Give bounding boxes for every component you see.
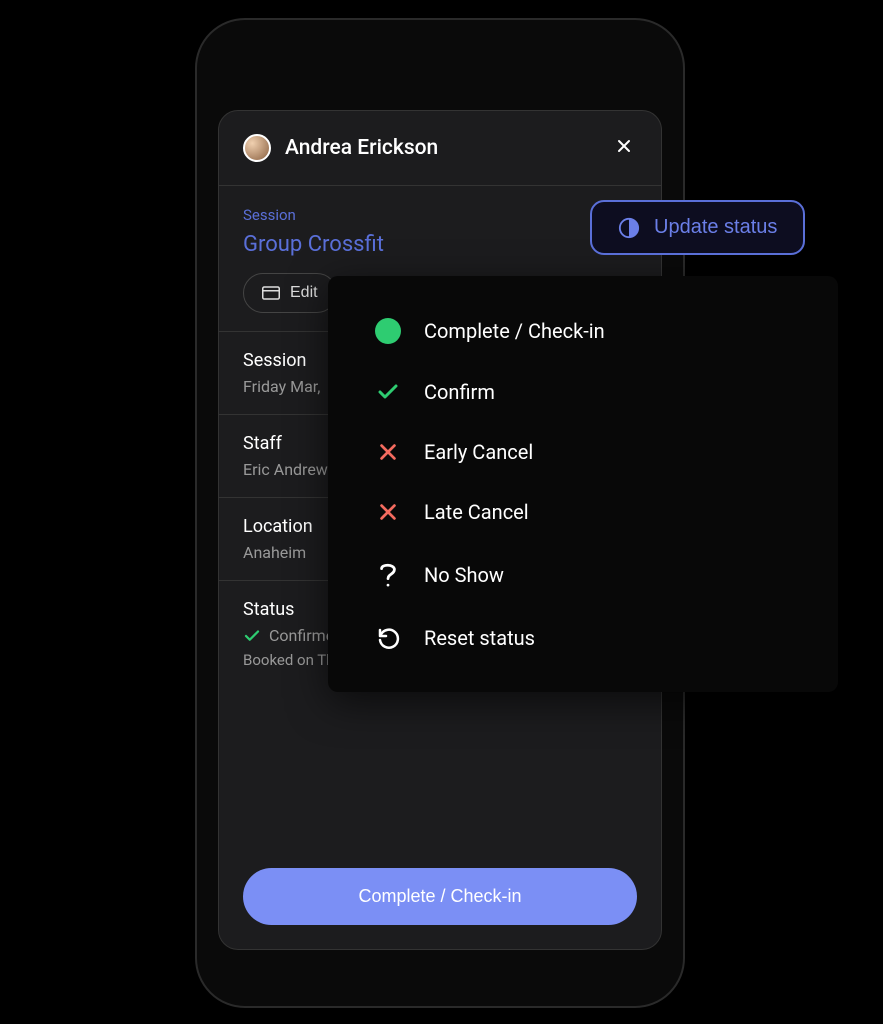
reset-icon <box>368 626 408 650</box>
close-button[interactable] <box>611 133 637 163</box>
x-icon <box>368 501 408 523</box>
user-name: Andrea Erickson <box>285 136 611 160</box>
session-label: Session <box>243 206 637 224</box>
status-option-reset[interactable]: Reset status <box>348 608 818 668</box>
status-option-late-cancel[interactable]: Late Cancel <box>348 482 818 542</box>
status-option-label: Confirm <box>424 380 495 404</box>
avatar[interactable] <box>243 134 271 162</box>
complete-checkin-button[interactable]: Complete / Check-in <box>243 868 637 925</box>
edit-button[interactable]: Edit <box>243 273 337 313</box>
session-name[interactable]: Group Crossfit <box>243 232 637 257</box>
update-status-label: Update status <box>654 216 777 239</box>
x-icon <box>368 441 408 463</box>
check-icon <box>243 627 261 645</box>
edit-label: Edit <box>290 284 318 302</box>
modal-header: Andrea Erickson <box>219 111 661 186</box>
status-option-confirm[interactable]: Confirm <box>348 362 818 422</box>
status-option-early-cancel[interactable]: Early Cancel <box>348 422 818 482</box>
status-option-label: Late Cancel <box>424 500 529 524</box>
card-icon <box>262 286 280 300</box>
status-option-label: Reset status <box>424 626 535 650</box>
half-circle-icon <box>618 217 640 239</box>
update-status-button[interactable]: Update status <box>590 200 805 255</box>
status-option-label: Early Cancel <box>424 440 533 464</box>
status-option-no-show[interactable]: No Show <box>348 542 818 608</box>
close-icon <box>615 137 633 155</box>
question-icon <box>368 560 408 590</box>
status-value: Confirme <box>269 626 334 645</box>
status-dropdown: Complete / Check-in Confirm Early Cancel… <box>328 276 838 692</box>
status-option-complete[interactable]: Complete / Check-in <box>348 300 818 362</box>
status-option-label: No Show <box>424 563 504 587</box>
check-icon <box>368 380 408 404</box>
dot-green-icon <box>368 318 408 344</box>
status-option-label: Complete / Check-in <box>424 319 605 343</box>
